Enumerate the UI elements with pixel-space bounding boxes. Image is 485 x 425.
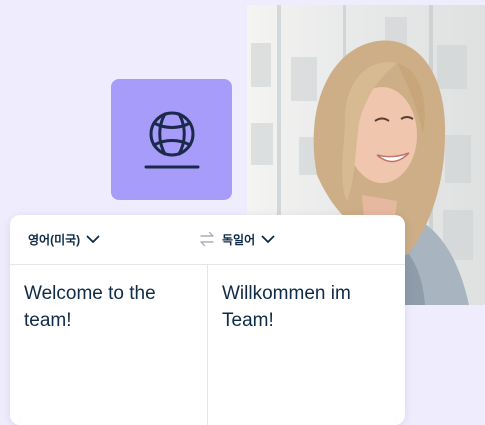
source-language-label: 영어(미국): [28, 233, 81, 247]
globe-stand-icon: [144, 111, 199, 168]
source-text-area[interactable]: Welcome to the team!: [10, 265, 208, 425]
language-selector-bar: 영어(미국) 독일어: [10, 215, 405, 265]
translation-panes: Welcome to the team! Willkommen im Team!: [10, 265, 405, 425]
swap-arrows-icon: [200, 231, 214, 247]
translated-text-area: Willkommen im Team!: [207, 265, 405, 425]
translate-feature-tile: [111, 79, 232, 200]
chevron-down-icon: [86, 235, 100, 243]
chevron-down-icon: [261, 235, 275, 243]
source-language-dropdown[interactable]: 영어(미국): [28, 231, 100, 248]
translator-card: 영어(미국) 독일어 Welcome to the team! Willkomm…: [10, 215, 405, 425]
target-language-label: 독일어: [222, 233, 256, 247]
swap-languages-button[interactable]: [199, 231, 215, 252]
target-language-dropdown[interactable]: 독일어: [222, 231, 275, 248]
